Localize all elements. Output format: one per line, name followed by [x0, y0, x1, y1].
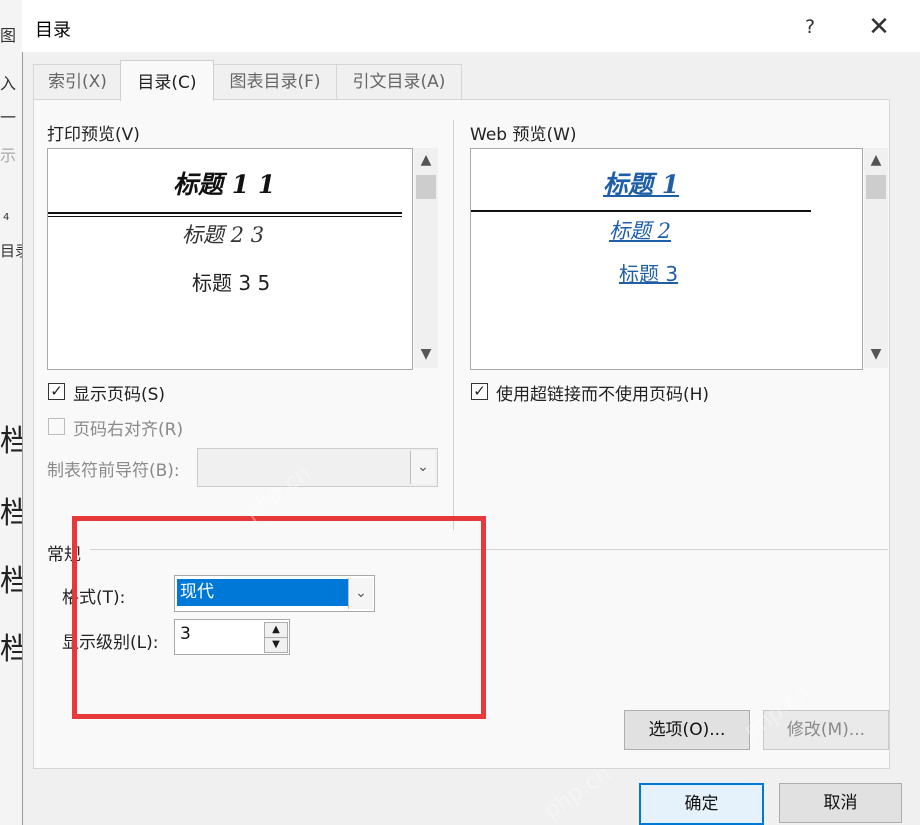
tab-leader-select[interactable]: ⌄: [197, 448, 438, 487]
options-button[interactable]: 选项(O)...: [624, 710, 750, 750]
web-preview-heading-3[interactable]: 标题 3: [619, 258, 678, 287]
check-icon: ✓: [50, 382, 63, 400]
web-preview-heading-2[interactable]: 标题 2: [609, 215, 671, 245]
cancel-button[interactable]: 取消: [779, 783, 902, 823]
scroll-up-icon[interactable]: ▲: [415, 152, 437, 168]
right-align-label[interactable]: 页码右对齐(R): [73, 415, 183, 440]
scroll-thumb[interactable]: [866, 175, 886, 199]
show-page-numbers-checkbox[interactable]: ✓: [48, 383, 65, 400]
scroll-up-icon[interactable]: ▲: [865, 152, 887, 168]
tab-table-of-authorities[interactable]: 引文目录(A): [336, 64, 462, 99]
print-preview-box: 标题 1 1 标题 2 3 标题 3 5: [47, 148, 413, 370]
print-preview-label: 打印预览(V): [47, 125, 140, 145]
web-preview-heading-1[interactable]: 标题 1: [603, 165, 679, 201]
web-preview-label: Web 预览(W): [470, 125, 577, 145]
use-hyperlinks-checkbox[interactable]: ✓: [471, 383, 488, 400]
check-icon: ✓: [473, 382, 486, 400]
tab-table-of-figures[interactable]: 图表目录(F): [212, 64, 338, 99]
vertical-divider: [453, 120, 454, 530]
tab-toc[interactable]: 目录(C): [120, 60, 214, 101]
background-text: 一: [0, 108, 17, 127]
background-text: 示: [0, 146, 17, 165]
dialog-titlebar[interactable]: [22, 0, 920, 52]
background-text: 图: [0, 26, 17, 45]
web-preview-box: 标题 1 标题 2 标题 3: [470, 148, 863, 370]
right-align-checkbox[interactable]: [48, 418, 65, 435]
background-ruler-number: 4: [3, 212, 10, 223]
preview-rule: [48, 212, 402, 214]
web-preview-scrollbar[interactable]: ▲ ▼: [864, 148, 888, 368]
tab-index[interactable]: 索引(X): [33, 64, 122, 99]
preview-heading-3: 标题 3 5: [192, 271, 271, 295]
scroll-down-icon[interactable]: ▼: [865, 346, 887, 362]
highlight-annotation: [72, 516, 486, 719]
preview-heading-1: 标题 1 1: [173, 170, 276, 199]
help-button[interactable]: ?: [795, 12, 825, 42]
preview-heading-2: 标题 2 3: [182, 223, 265, 247]
chevron-down-icon[interactable]: ⌄: [410, 451, 435, 484]
print-preview-scrollbar[interactable]: ▲ ▼: [414, 148, 438, 368]
scroll-thumb[interactable]: [416, 175, 436, 199]
background-text: 入: [0, 74, 17, 93]
preview-rule: [471, 210, 811, 212]
scroll-down-icon[interactable]: ▼: [415, 346, 437, 362]
ok-button[interactable]: 确定: [639, 783, 764, 825]
tab-leader-label: 制表符前导符(B):: [47, 461, 180, 481]
close-icon: ✕: [868, 12, 890, 42]
close-button[interactable]: ✕: [862, 10, 896, 44]
show-page-numbers-label[interactable]: 显示页码(S): [73, 380, 165, 405]
dialog-title: 目录: [35, 20, 71, 41]
preview-rule: [48, 216, 402, 217]
use-hyperlinks-label[interactable]: 使用超链接而不使用页码(H): [496, 380, 709, 405]
